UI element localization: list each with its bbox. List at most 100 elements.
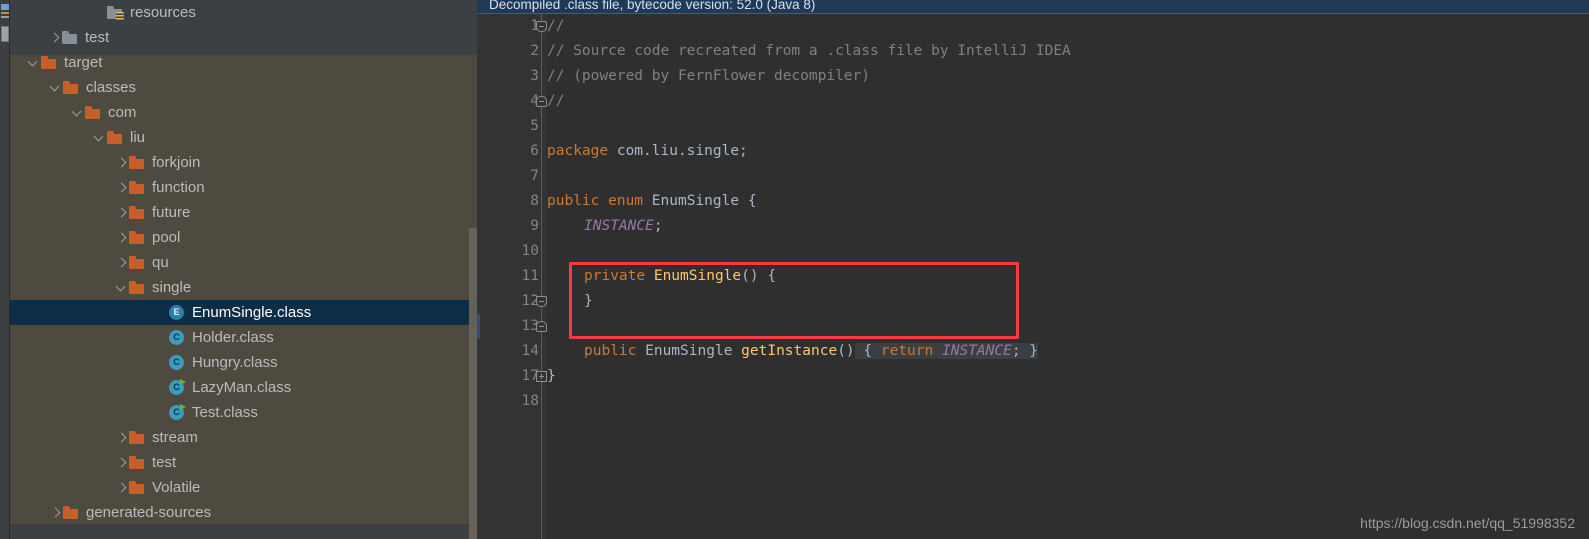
tree-row-lazyman-class[interactable]: C LazyMan.class	[10, 375, 477, 400]
tree-row-generated-sources[interactable]: generated-sources	[10, 500, 477, 525]
code-line-1: //	[547, 14, 564, 39]
tree-row-enumsingle-class[interactable]: E EnumSingle.class	[10, 300, 477, 325]
tree-row-label: Hungry.class	[192, 354, 278, 371]
chevron-down-icon[interactable]	[115, 281, 128, 294]
code-line-3: // (powered by FernFlower decompiler)	[547, 64, 870, 89]
tool-window-stripe[interactable]	[0, 0, 10, 539]
chevron-down-icon[interactable]	[27, 56, 40, 69]
code-line-9: INSTANCE;	[547, 214, 663, 239]
chevron-down-icon[interactable]	[49, 81, 62, 94]
folder-orange-icon	[128, 230, 146, 246]
fold-open-brace: {	[854, 343, 881, 359]
tree-row-pool[interactable]: pool	[10, 225, 477, 250]
code-lines[interactable]: // // Source code recreated from a .clas…	[547, 14, 1589, 539]
tree-row-label: liu	[130, 129, 146, 146]
tree-scrollbar-thumb[interactable]	[469, 228, 477, 539]
tree-row-hungry-class[interactable]: C Hungry.class	[10, 350, 477, 375]
tree-row-label: test	[85, 29, 110, 46]
fold-start-marker-line-11[interactable]	[536, 296, 547, 307]
line-number-6: 6	[530, 143, 539, 159]
tree-row-forkjoin[interactable]: forkjoin	[10, 150, 477, 175]
tree-row-resources[interactable]: resources	[10, 0, 477, 25]
class-icon-glyph: C	[169, 329, 184, 345]
fold-end-marker-line-4[interactable]	[536, 96, 547, 107]
tree-row-label: test	[152, 454, 177, 471]
chevron-right-icon[interactable]	[115, 206, 128, 219]
tree-row-qu[interactable]: qu	[10, 250, 477, 275]
line-number-2: 2	[530, 43, 539, 59]
code-line-11: private EnumSingle() {	[547, 264, 776, 289]
semicolon: ;	[653, 218, 663, 234]
tree-row-test[interactable]: test	[10, 25, 477, 50]
orange-bar-icon[interactable]	[1, 12, 9, 14]
class-icon: C	[168, 329, 186, 347]
fold-end-marker-line-12[interactable]	[536, 321, 547, 332]
project-tree-rows[interactable]: resources test target classes com liu forkjoin…	[10, 0, 477, 525]
tree-row-com[interactable]: com	[10, 100, 477, 125]
folder-orange-icon	[128, 255, 146, 271]
watermark: https://blog.csdn.net/qq_51998352	[1360, 515, 1575, 531]
tree-row-label: com	[108, 104, 137, 121]
fold-collapsed-marker-line-14[interactable]	[536, 371, 547, 382]
line-number-13: 13	[521, 318, 539, 334]
gutter-change-marker[interactable]	[477, 314, 480, 339]
chevron-right-icon[interactable]	[115, 456, 128, 469]
method-parens: ()	[837, 343, 855, 359]
tool-button-icon[interactable]	[1, 26, 9, 42]
constructor-name: EnumSingle	[645, 268, 742, 284]
chevron-down-icon[interactable]	[93, 131, 106, 144]
tree-row-target[interactable]: target	[10, 50, 477, 75]
chevron-right-icon[interactable]	[115, 156, 128, 169]
code-area[interactable]: 1 2 3 4 5 6 7 8 9 10 11 12 13 14 17 18 // // Source cod…	[477, 14, 1589, 539]
tree-row-function[interactable]: function	[10, 175, 477, 200]
code-line-17: }	[547, 364, 556, 389]
code-line-12: }	[547, 289, 593, 314]
tree-row-holder-class[interactable]: C Holder.class	[10, 325, 477, 350]
tree-row-label: classes	[86, 79, 137, 96]
line-number-14: 14	[521, 343, 539, 359]
class-icon: C	[168, 354, 186, 372]
chevron-right-icon[interactable]	[49, 506, 62, 519]
folder-orange-icon	[62, 505, 80, 521]
editor-gutter[interactable]: 1 2 3 4 5 6 7 8 9 10 11 12 13 14 17 18	[477, 14, 547, 539]
tree-row-label: forkjoin	[152, 154, 201, 171]
fold-start-marker-line-1[interactable]	[536, 21, 547, 32]
type-name: EnumSingle	[651, 193, 740, 209]
folder-orange-icon	[106, 130, 124, 146]
folder-gray-icon	[61, 30, 79, 46]
chevron-down-icon[interactable]	[71, 106, 84, 119]
chevron-right-icon[interactable]	[115, 481, 128, 494]
tree-row-liu[interactable]: liu	[10, 125, 477, 150]
tree-row-test[interactable]: test	[10, 450, 477, 475]
constructor-brace: {	[758, 268, 777, 284]
folder-orange-icon	[128, 205, 146, 221]
code-editor[interactable]: Decompiled .class file, bytecode version…	[477, 0, 1589, 539]
tree-row-label: qu	[152, 254, 169, 271]
tree-row-label: pool	[152, 229, 181, 246]
line-number-7: 7	[530, 168, 539, 184]
gray-bar-icon[interactable]	[1, 16, 9, 18]
tree-row-classes[interactable]: classes	[10, 75, 477, 100]
line-number-10: 10	[521, 243, 539, 259]
tree-row-test-class[interactable]: C Test.class	[10, 400, 477, 425]
chevron-right-icon[interactable]	[115, 431, 128, 444]
tree-row-single[interactable]: single	[10, 275, 477, 300]
keyword-return: return	[880, 343, 942, 359]
resources-badge-icon	[116, 11, 124, 21]
bookmark-icon[interactable]	[1, 4, 9, 10]
tree-row-future[interactable]: future	[10, 200, 477, 225]
return-type: EnumSingle	[636, 343, 742, 359]
tree-row-stream[interactable]: stream	[10, 425, 477, 450]
folder-orange-icon	[128, 155, 146, 171]
chevron-right-icon[interactable]	[115, 231, 128, 244]
comment-token: //	[547, 18, 565, 34]
project-tree-panel[interactable]: resources test target classes com liu forkjoin…	[10, 0, 477, 539]
tree-row-volatile[interactable]: Volatile	[10, 475, 477, 500]
folded-region[interactable]: { return INSTANCE; }	[854, 343, 1039, 359]
line-number-4: 4	[530, 93, 539, 109]
chevron-right-icon[interactable]	[115, 181, 128, 194]
chevron-right-icon[interactable]	[48, 31, 61, 44]
chevron-right-icon[interactable]	[115, 256, 128, 269]
ide-window: resources test target classes com liu forkjoin…	[0, 0, 1589, 539]
